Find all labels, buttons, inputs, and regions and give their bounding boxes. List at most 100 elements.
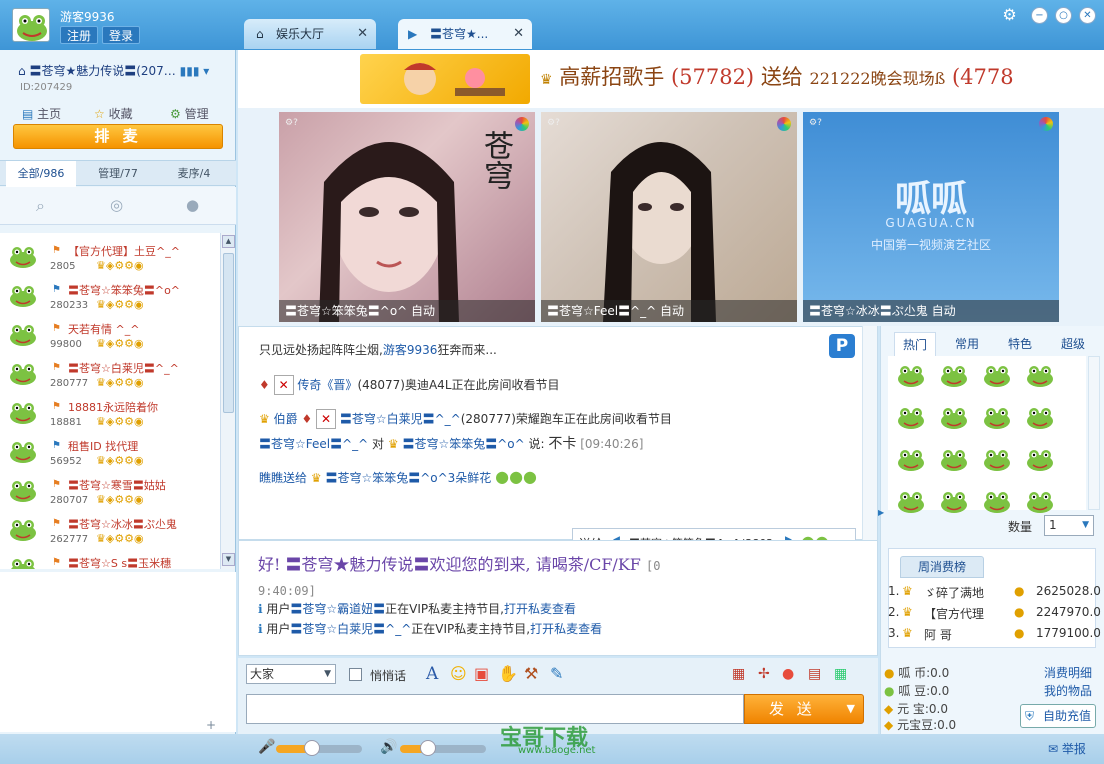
chat-target-select[interactable]: 大家 ▼ xyxy=(246,664,336,684)
send-button[interactable]: 发 送 ▼ xyxy=(744,694,864,724)
message-input[interactable] xyxy=(246,694,744,724)
color-ball-icon[interactable] xyxy=(777,117,791,131)
font-icon[interactable]: A xyxy=(426,664,438,684)
register-button[interactable]: 注册 xyxy=(60,26,99,44)
gift-scrollbar[interactable] xyxy=(1088,356,1100,510)
thumbs-up-icon[interactable]: ✋ xyxy=(498,664,518,683)
frog-gift-icon[interactable] xyxy=(896,362,930,392)
parking-icon[interactable]: P xyxy=(829,334,855,358)
tab-all-users[interactable]: 全部/986 xyxy=(6,161,76,187)
user-list-item[interactable]: ⚑ 〓苍穹☆白莱児〓^_^ 280777 ♛◈⚙⚙◉ xyxy=(0,354,220,393)
tab-admins[interactable]: 管理/77 xyxy=(82,161,154,187)
cart-icon[interactable]: ▤ xyxy=(808,666,821,682)
video-slot-1[interactable]: ⚙? 苍穹 〓苍穹☆笨笨兔〓^o^ 自动 xyxy=(279,112,535,322)
frog-gift-icon[interactable] xyxy=(982,362,1016,392)
frog-gift-icon[interactable] xyxy=(896,488,930,518)
chat-user[interactable]: 传奇《晋》 xyxy=(297,378,357,392)
settings-gear-icon[interactable]: ⚙ xyxy=(1001,7,1018,24)
speaker-icon[interactable]: 🔊 xyxy=(380,739,397,755)
chat-user[interactable]: 伯爵 xyxy=(274,412,298,426)
tab-hot[interactable]: 热门 xyxy=(894,332,937,356)
frog-gift-icon[interactable] xyxy=(939,362,973,392)
frog-gift-icon[interactable] xyxy=(1025,404,1059,434)
queue-button[interactable]: 排 麦 xyxy=(13,124,223,149)
rank-row[interactable]: 2. ♛ 【官方代理 ● 2247970.0 xyxy=(888,605,1101,625)
screenshot-icon[interactable]: ▦ xyxy=(732,666,745,682)
recharge-button[interactable]: ⛨ 自助充值 xyxy=(1020,704,1096,728)
person-icon[interactable]: ● xyxy=(186,196,199,214)
frog-gift-icon[interactable] xyxy=(939,404,973,434)
scroll-down-icon[interactable]: ▼ xyxy=(222,553,235,566)
system-user[interactable]: 〓苍穹☆霸道妞〓 xyxy=(290,602,385,616)
rank-row[interactable]: 3. ♛ 阿 哥 ● 1779100.0 xyxy=(888,626,1101,646)
close-window-button[interactable]: ✕ xyxy=(1079,7,1096,24)
chat-user[interactable]: 〓苍穹☆Feel〓^_^ xyxy=(259,437,368,451)
broadcast-icon[interactable]: ◎ xyxy=(110,196,123,214)
quantity-select[interactable]: 1 ▼ xyxy=(1044,515,1094,536)
color-ball-icon[interactable] xyxy=(515,117,529,131)
tab-common[interactable]: 常用 xyxy=(955,332,979,356)
room-name[interactable]: ⌂ 〓苍穹★魅力传说〓(207… ▮▮▮ ▾ xyxy=(18,62,209,79)
tab-entertainment-hall[interactable]: ⌂ 娱乐大厅 ✕ xyxy=(244,19,376,49)
frog-gift-icon[interactable] xyxy=(1025,488,1059,518)
grid-icon[interactable]: ▦ xyxy=(834,666,847,682)
minimize-button[interactable]: − xyxy=(1031,7,1048,24)
search-icon[interactable]: ⌕ xyxy=(36,196,45,216)
pin-icon[interactable]: ✢ xyxy=(758,666,770,682)
emoji-icon[interactable]: ☺ xyxy=(450,664,467,683)
add-icon[interactable]: + xyxy=(206,718,220,732)
scroll-up-icon[interactable]: ▲ xyxy=(222,235,235,248)
nav-favorite[interactable]: ☆ 收藏 xyxy=(94,105,133,122)
user-list-item[interactable]: ⚑ 18881永远陪着你 18881 ♛◈⚙⚙◉ xyxy=(0,393,220,432)
frog-gift-icon[interactable] xyxy=(982,404,1016,434)
tab-mic-queue[interactable]: 麦序/4 xyxy=(158,161,230,187)
candy-icon[interactable]: ● xyxy=(782,666,794,682)
speaker-volume-knob[interactable] xyxy=(420,740,436,756)
user-list-item[interactable]: ⚑ 租售ID 找代理 56952 ♛◈⚙⚙◉ xyxy=(0,432,220,471)
speaker-volume-slider[interactable] xyxy=(400,745,486,753)
frog-gift-icon[interactable] xyxy=(1025,362,1059,392)
tab-room[interactable]: ▶ 〓苍穹★... ✕ xyxy=(398,19,532,49)
brush-icon[interactable]: ✎ xyxy=(550,664,563,683)
frog-gift-icon[interactable] xyxy=(982,488,1016,518)
frog-gift-icon[interactable] xyxy=(896,404,930,434)
video-slot-3[interactable]: ⚙? 呱呱 GUAGUA.CN 中国第一视频演艺社区 〓苍穹☆冰冰〓ぷ尐鬼 自动 xyxy=(803,112,1059,322)
user-avatar[interactable] xyxy=(12,8,50,42)
chat-user[interactable]: 〓苍穹☆笨笨兔〓^o^3朵鲜花 xyxy=(325,471,491,485)
report-link[interactable]: ✉ 举报 xyxy=(1048,740,1086,757)
mic-volume-knob[interactable] xyxy=(304,740,320,756)
frog-gift-icon[interactable] xyxy=(939,488,973,518)
color-ball-icon[interactable] xyxy=(1039,117,1053,131)
user-list-item[interactable]: ⚑ 〓苍穹☆冰冰〓ぷ尐鬼 262777 ♛◈⚙⚙◉ xyxy=(0,510,220,549)
consumption-detail-link[interactable]: 消费明细 xyxy=(1044,664,1092,681)
nav-home[interactable]: ▤ 主页 xyxy=(22,105,61,122)
chat-user[interactable]: 游客9936 xyxy=(383,343,438,357)
nav-manage[interactable]: ⚙ 管理 xyxy=(170,105,209,122)
chat-scrollbar[interactable] xyxy=(862,326,877,540)
chat-user[interactable]: 〓苍穹☆笨笨兔〓^o^ xyxy=(402,437,524,451)
user-list-item[interactable]: ⚑ 【官方代理】土豆^_^ 2805 ♛◈⚙⚙◉ xyxy=(0,237,220,276)
user-list-item[interactable]: ⚑ 〓苍穹☆寒雪〓姑姑 280707 ♛◈⚙⚙◉ xyxy=(0,471,220,510)
login-button[interactable]: 登录 xyxy=(102,26,141,44)
scroll-thumb[interactable] xyxy=(223,253,234,413)
banner-ad-image[interactable] xyxy=(360,54,530,104)
open-private-mic-link[interactable]: 打开私麦查看 xyxy=(530,622,602,636)
frog-gift-icon[interactable] xyxy=(939,446,973,476)
rank-row[interactable]: 1. ♛ ゞ碎了满地 ● 2625028.0 xyxy=(888,584,1101,604)
frog-gift-icon[interactable] xyxy=(1025,446,1059,476)
system-user[interactable]: 〓苍穹☆白莱児〓^_^ xyxy=(290,622,411,636)
whisper-checkbox[interactable] xyxy=(349,668,362,681)
video-slot-2[interactable]: ⚙? 〓苍穹☆Feel〓^_^ 自动 xyxy=(541,112,797,322)
open-private-mic-link[interactable]: 打开私麦查看 xyxy=(504,602,576,616)
frog-gift-icon[interactable] xyxy=(982,446,1016,476)
user-list-item[interactable]: ⚑〓苍穹☆S s〓玉米穗♛◈⚙⚙◉ xyxy=(0,549,220,569)
user-list-scrollbar[interactable]: ▲ ▼ xyxy=(220,233,235,569)
gift-icon[interactable]: ▣ xyxy=(474,664,489,683)
tab-super[interactable]: 超级 xyxy=(1061,332,1085,356)
user-list-item[interactable]: ⚑ 天若有情 ^_^ 99800 ♛◈⚙⚙◉ xyxy=(0,315,220,354)
hammer-icon[interactable]: ⚒ xyxy=(524,664,538,683)
maximize-button[interactable]: ○ xyxy=(1055,7,1072,24)
chat-user[interactable]: 〓苍穹☆白莱児〓^_^ xyxy=(340,412,461,426)
chevron-down-icon[interactable]: ▼ xyxy=(847,695,855,723)
frog-gift-icon[interactable] xyxy=(896,446,930,476)
